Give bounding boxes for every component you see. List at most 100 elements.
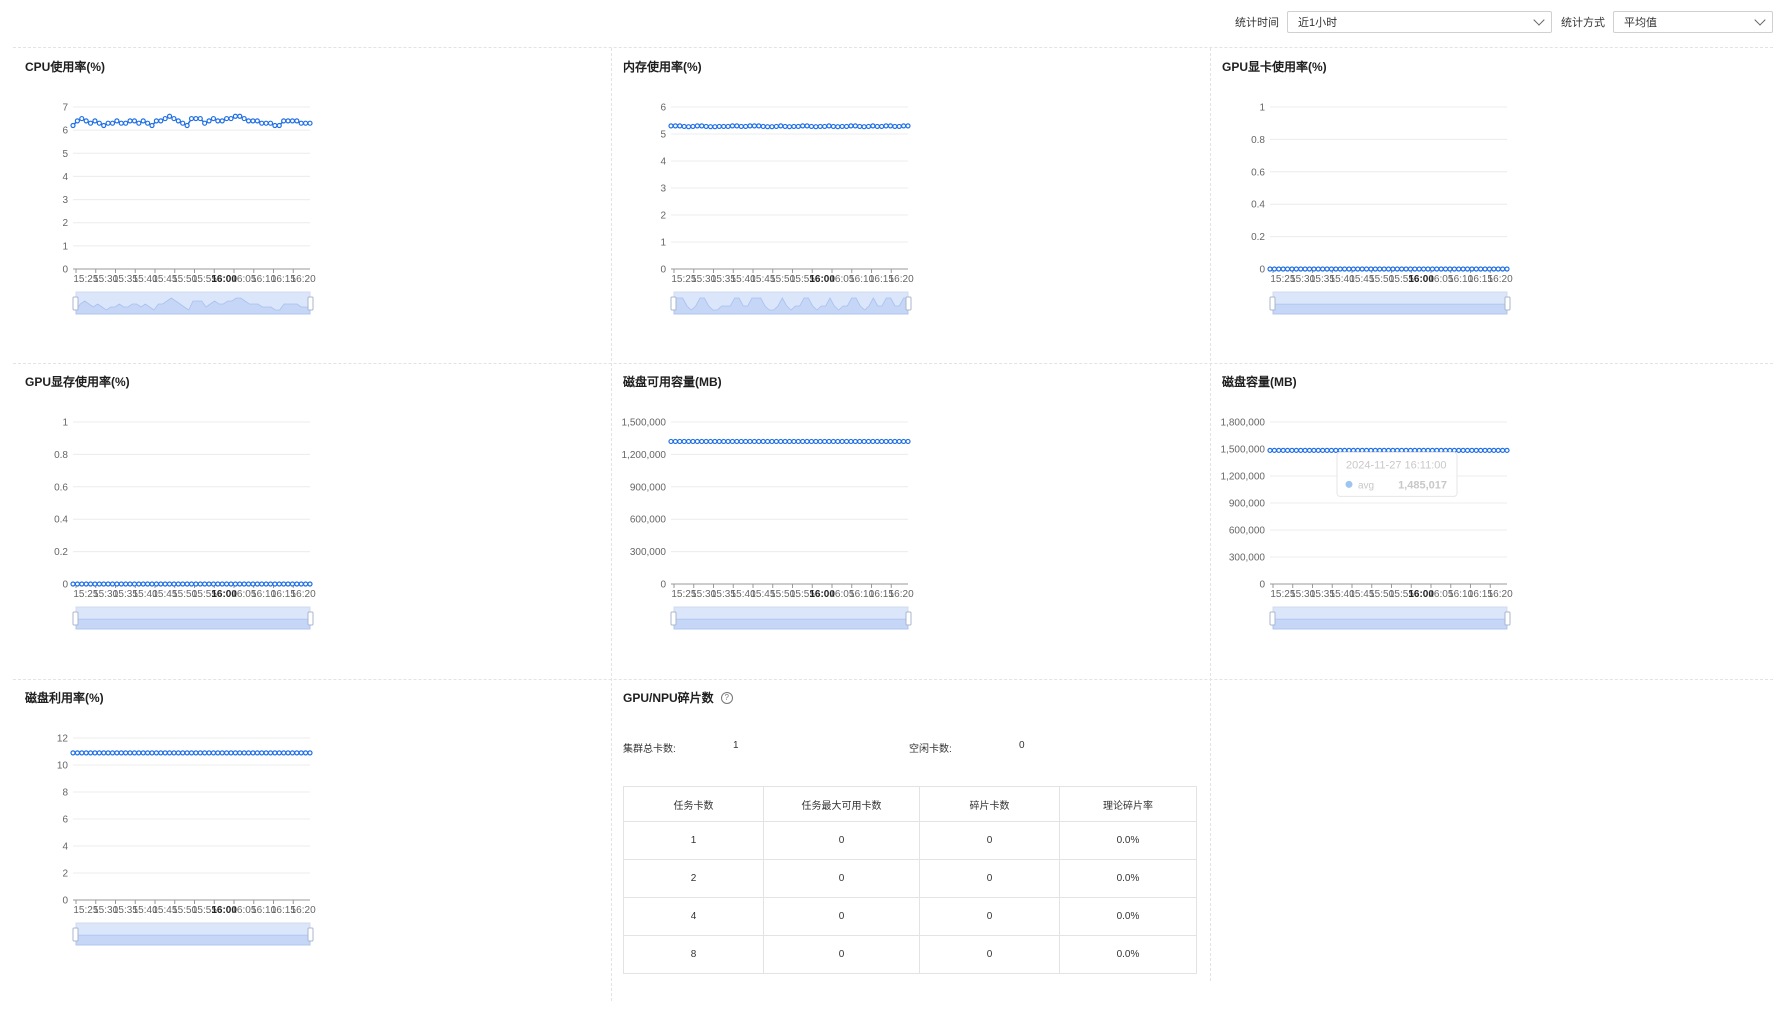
cpu-usage-panel: CPU使用率(%) 0 1 2 3 4 5 6 7 15:25 15:30 15:35 15:40 15… <box>13 48 611 363</box>
data-point <box>289 581 296 587</box>
data-point <box>96 750 102 756</box>
data-point <box>232 581 238 587</box>
panel-title: CPU使用率(%) <box>25 60 105 74</box>
zoom-handle-left[interactable] <box>1269 296 1276 311</box>
y-tick-label: 0.6 <box>54 482 68 493</box>
data-point <box>202 581 208 587</box>
data-point <box>1390 447 1396 453</box>
memory-usage-chart[interactable]: 012345615:2515:3015:3515:4015:4515:5015:… <box>611 48 1210 363</box>
zoom-handle-left[interactable] <box>72 296 79 311</box>
data-point <box>202 120 208 126</box>
zoom-handle-right[interactable] <box>905 611 912 626</box>
zoom-handle-right[interactable] <box>307 611 314 626</box>
data-point <box>751 438 757 445</box>
data-point <box>162 750 168 756</box>
data-point <box>1460 447 1466 453</box>
y-tick-label: 6 <box>62 815 68 826</box>
data-point <box>887 123 894 129</box>
data-point <box>817 123 823 130</box>
data-point <box>1342 447 1348 453</box>
data-point <box>1333 266 1339 272</box>
help-icon[interactable]: ? <box>720 691 733 704</box>
data-point <box>800 123 806 129</box>
data-point <box>861 438 867 445</box>
time-range-select[interactable]: 近1小时 <box>1287 11 1552 33</box>
data-point <box>1442 447 1449 453</box>
data-point <box>760 438 766 445</box>
zoom-handle-left[interactable] <box>72 611 79 626</box>
data-point <box>677 123 683 129</box>
data-point <box>263 750 269 756</box>
data-point <box>267 750 274 756</box>
y-tick-label: 1 <box>62 418 68 429</box>
zoom-handle-right[interactable] <box>1504 611 1511 626</box>
data-point <box>905 438 911 445</box>
data-point <box>79 115 85 122</box>
table-cell: 4 <box>623 897 764 936</box>
data-point <box>685 124 692 130</box>
data-point <box>1298 266 1304 272</box>
data-point <box>101 581 107 587</box>
data-point <box>830 123 836 130</box>
disk-utilization-chart[interactable]: 02468101215:2515:3015:3515:4015:4515:501… <box>13 679 611 995</box>
data-point <box>703 438 709 445</box>
data-point <box>136 750 142 756</box>
data-point <box>237 581 243 587</box>
zoom-handle-right[interactable] <box>307 296 314 311</box>
table-cell: 2 <box>623 859 764 898</box>
zoom-handle-right[interactable] <box>1504 296 1511 311</box>
data-point <box>1434 266 1440 272</box>
data-point <box>764 438 771 445</box>
data-point <box>184 581 190 587</box>
data-point <box>245 750 252 756</box>
table-cell: 1 <box>623 821 764 860</box>
panel-title: 磁盘容量(MB) <box>1222 375 1297 389</box>
disk-capacity-chart[interactable]: 0 300,000 600,000 900,000 1,200,000 1,500,000… <box>1210 363 1773 679</box>
data-point <box>1324 447 1330 453</box>
data-point <box>1355 266 1361 272</box>
data-point <box>1478 447 1484 453</box>
zoom-handle-left[interactable] <box>670 611 677 626</box>
cpu-usage-chart[interactable]: 0123456715:2515:3015:3515:4015:4515:5015… <box>13 48 611 363</box>
data-point <box>281 581 287 587</box>
data-point <box>70 750 76 756</box>
data-point <box>202 750 208 756</box>
data-point <box>1429 447 1435 453</box>
gpu-usage-chart[interactable]: 00.20.40.60.8115:2515:3015:3515:4015:451… <box>1210 48 1773 363</box>
data-point <box>1456 447 1462 453</box>
data-point <box>83 581 89 587</box>
data-point <box>747 438 753 445</box>
data-point <box>1495 447 1501 453</box>
disk-available-chart[interactable]: 0 300,000 600,000 900,000 1,200,000 1,500,000… <box>611 363 1210 679</box>
x-tick-label: 16:20 <box>889 589 914 600</box>
stat-method-select[interactable]: 平均值 <box>1613 11 1773 33</box>
table-cell: 0 <box>763 859 920 898</box>
data-point <box>879 123 885 130</box>
data-point <box>852 123 858 129</box>
y-tick-label: 0.4 <box>54 515 68 526</box>
y-tick-label: 10 <box>57 761 69 772</box>
table-header-row: 任务卡数 任务最大可用卡数 碎片卡数 理论碎片率 <box>623 786 1197 822</box>
y-tick-label: 0.2 <box>1251 232 1265 243</box>
data-point <box>303 750 309 756</box>
data-point <box>166 113 173 119</box>
data-point <box>175 581 181 587</box>
zoom-handle-right[interactable] <box>307 927 314 942</box>
data-point <box>905 123 911 129</box>
gpu-memory-chart[interactable]: 00.20.40.60.8115:2515:3015:3515:4015:451… <box>13 363 611 679</box>
data-point <box>193 750 199 756</box>
tooltip-time: 2024-11-27 16:11:00 <box>1346 459 1447 471</box>
y-tick-label: 0.2 <box>54 547 68 558</box>
data-point <box>158 750 164 756</box>
y-tick-label: 12 <box>57 734 69 745</box>
data-point <box>1416 447 1422 453</box>
data-point <box>267 120 274 126</box>
idle-cards-label: 空闲卡数: <box>909 744 952 755</box>
zoom-handle-left[interactable] <box>1269 611 1276 626</box>
idle-cards-stat: 空闲卡数: 0 <box>909 740 1025 755</box>
data-point <box>228 581 234 587</box>
data-point <box>1403 447 1409 453</box>
zoom-handle-left[interactable] <box>670 296 677 311</box>
zoom-handle-right[interactable] <box>905 296 912 311</box>
zoom-handle-left[interactable] <box>72 927 79 942</box>
